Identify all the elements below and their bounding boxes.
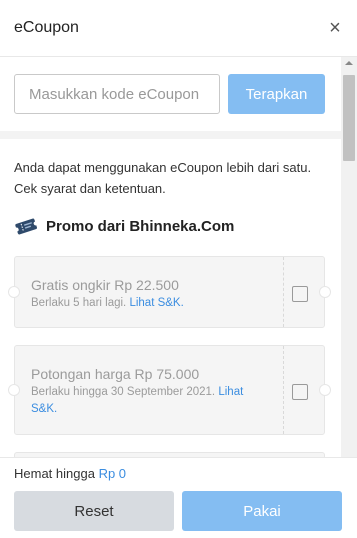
coupon-tnc-link-cont[interactable]: S&K.: [31, 403, 57, 415]
coupon-validity-text: Berlaku 5 hari lagi.: [31, 297, 127, 309]
coupon-code-row: Terapkan: [0, 57, 341, 131]
reset-button[interactable]: Reset: [14, 491, 174, 531]
dialog-footer: Hemat hingga Rp 0 Reset Pakai: [0, 457, 357, 538]
coupon-code-input[interactable]: [14, 74, 220, 114]
section-divider: [0, 131, 341, 139]
coupon-tnc-link[interactable]: Lihat S&K.: [129, 297, 183, 309]
use-button[interactable]: Pakai: [182, 491, 342, 531]
coupon-divider: [283, 257, 284, 327]
coupon-card[interactable]: Potongan harga Rp 75.000 Berlaku hingga …: [8, 345, 331, 435]
coupon-notch-right: [319, 384, 331, 396]
promo-section-header: Promo dari Bhinneka.Com: [14, 214, 234, 238]
coupon-notch-left: [8, 384, 20, 396]
coupon-tnc-link[interactable]: Lihat: [218, 386, 243, 398]
ticket-icon: [14, 218, 38, 235]
coupon-scroll-area[interactable]: Terapkan Anda dapat menggunakan eCoupon …: [0, 57, 357, 457]
savings-label: Hemat hingga: [14, 466, 95, 481]
scrollbar-thumb[interactable]: [343, 75, 355, 161]
coupon-title: Potongan harga Rp 75.000: [31, 366, 200, 382]
dialog-header: eCoupon ×: [0, 0, 357, 57]
coupon-validity-text: Berlaku hingga 30 September 2021.: [31, 386, 216, 398]
dialog-title: eCoupon: [14, 19, 79, 36]
coupon-checkbox[interactable]: [292, 286, 308, 302]
scroll-up-arrow-icon[interactable]: [345, 61, 353, 65]
savings-summary: Hemat hingga Rp 0: [14, 466, 126, 481]
info-text: Anda dapat menggunakan eCoupon lebih dar…: [14, 160, 312, 196]
coupon-checkbox[interactable]: [292, 384, 308, 400]
scrollbar[interactable]: [341, 57, 357, 457]
coupon-validity: Berlaku hingga 30 September 2021. Lihat …: [31, 384, 261, 418]
coupon-title: Gratis ongkir Rp 22.500: [31, 277, 179, 293]
apply-button[interactable]: Terapkan: [228, 74, 325, 114]
coupon-notch-right: [319, 286, 331, 298]
coupon-card[interactable]: Gratis ongkir Rp 22.500 Berlaku 5 hari l…: [8, 256, 331, 328]
coupon-notch-left: [8, 286, 20, 298]
promo-section-title: Promo dari Bhinneka.Com: [46, 217, 235, 235]
close-icon[interactable]: ×: [327, 14, 343, 42]
coupon-validity: Berlaku 5 hari lagi. Lihat S&K.: [31, 295, 184, 312]
savings-amount: Rp 0: [98, 466, 127, 481]
coupon-divider: [283, 346, 284, 434]
